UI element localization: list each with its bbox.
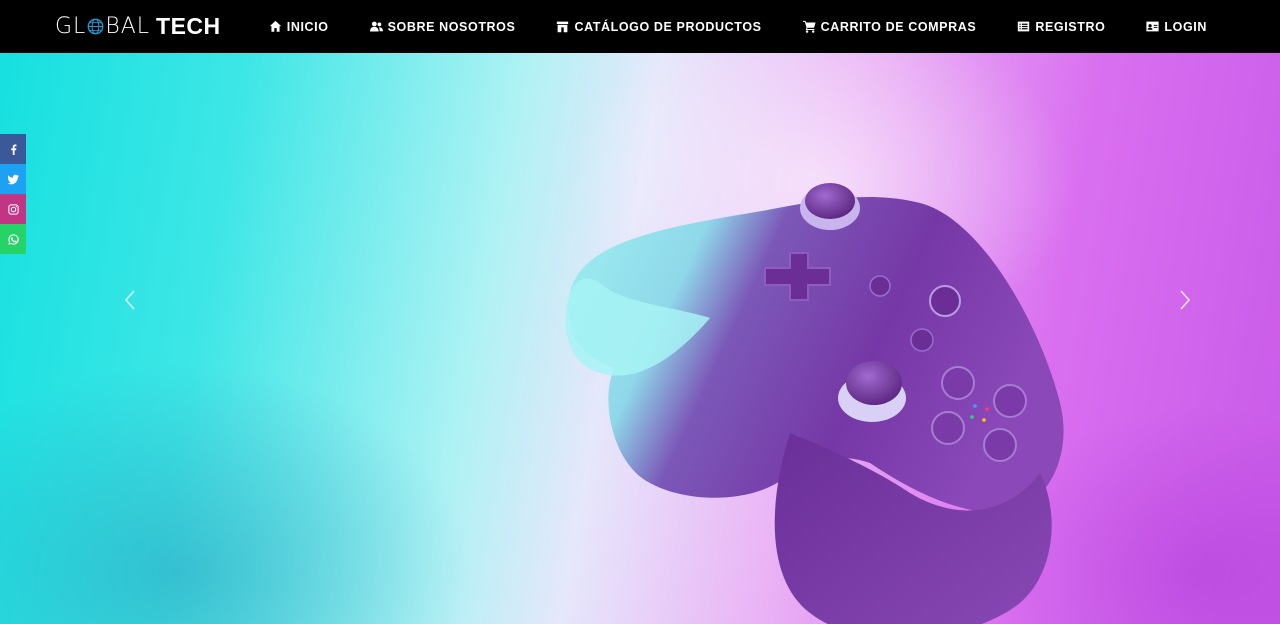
twitter-link[interactable] [0,164,26,194]
whatsapp-link[interactable] [0,224,26,254]
nav-label: CATÁLOGO DE PRODUCTOS [574,19,762,34]
id-card-icon [1146,21,1159,32]
top-navbar: GL BAL TECH INICIO SOBRE NOSOTROS CATÁLO… [0,0,1280,53]
game-controller-image [565,183,1064,624]
globe-icon [87,18,104,34]
chevron-left-icon [124,290,135,310]
instagram-link[interactable] [0,194,26,224]
users-icon [369,21,383,32]
brand-text-part2: BAL [105,13,151,39]
nav-item-login[interactable]: LOGIN [1146,20,1207,34]
list-icon [1018,21,1030,32]
carousel-prev-button[interactable] [120,288,140,312]
facebook-icon [10,143,16,155]
nav-item-catalogo[interactable]: CATÁLOGO DE PRODUCTOS [556,20,761,34]
carousel-next-button[interactable] [1175,288,1195,312]
nav-label: INICIO [286,19,329,34]
nav-label: LOGIN [1164,19,1207,34]
brand-logo[interactable]: GL BAL TECH [55,13,221,39]
nav-item-registro[interactable]: REGISTRO [1017,20,1105,34]
store-icon [557,21,569,33]
instagram-icon [7,203,19,215]
brand-text-part1: GL [55,13,87,39]
brand-text-part3: TECH [156,12,221,39]
main-nav: INICIO SOBRE NOSOTROS CATÁLOGO DE PRODUC… [269,0,1207,53]
nav-item-inicio[interactable]: INICIO [269,20,329,34]
whatsapp-icon [7,233,19,245]
twitter-icon [7,174,19,184]
social-sidebar [0,134,26,254]
nav-item-carrito[interactable]: CARRITO DE COMPRAS [802,19,977,34]
home-icon [269,20,281,32]
nav-item-sobre-nosotros[interactable]: SOBRE NOSOTROS [369,19,516,34]
hero-carousel [0,53,1280,624]
chevron-right-icon [1180,290,1191,310]
cart-icon [802,20,816,33]
facebook-link[interactable] [0,134,26,164]
nav-label: REGISTRO [1035,19,1106,34]
nav-label: SOBRE NOSOTROS [387,19,516,34]
nav-label: CARRITO DE COMPRAS [820,19,977,34]
